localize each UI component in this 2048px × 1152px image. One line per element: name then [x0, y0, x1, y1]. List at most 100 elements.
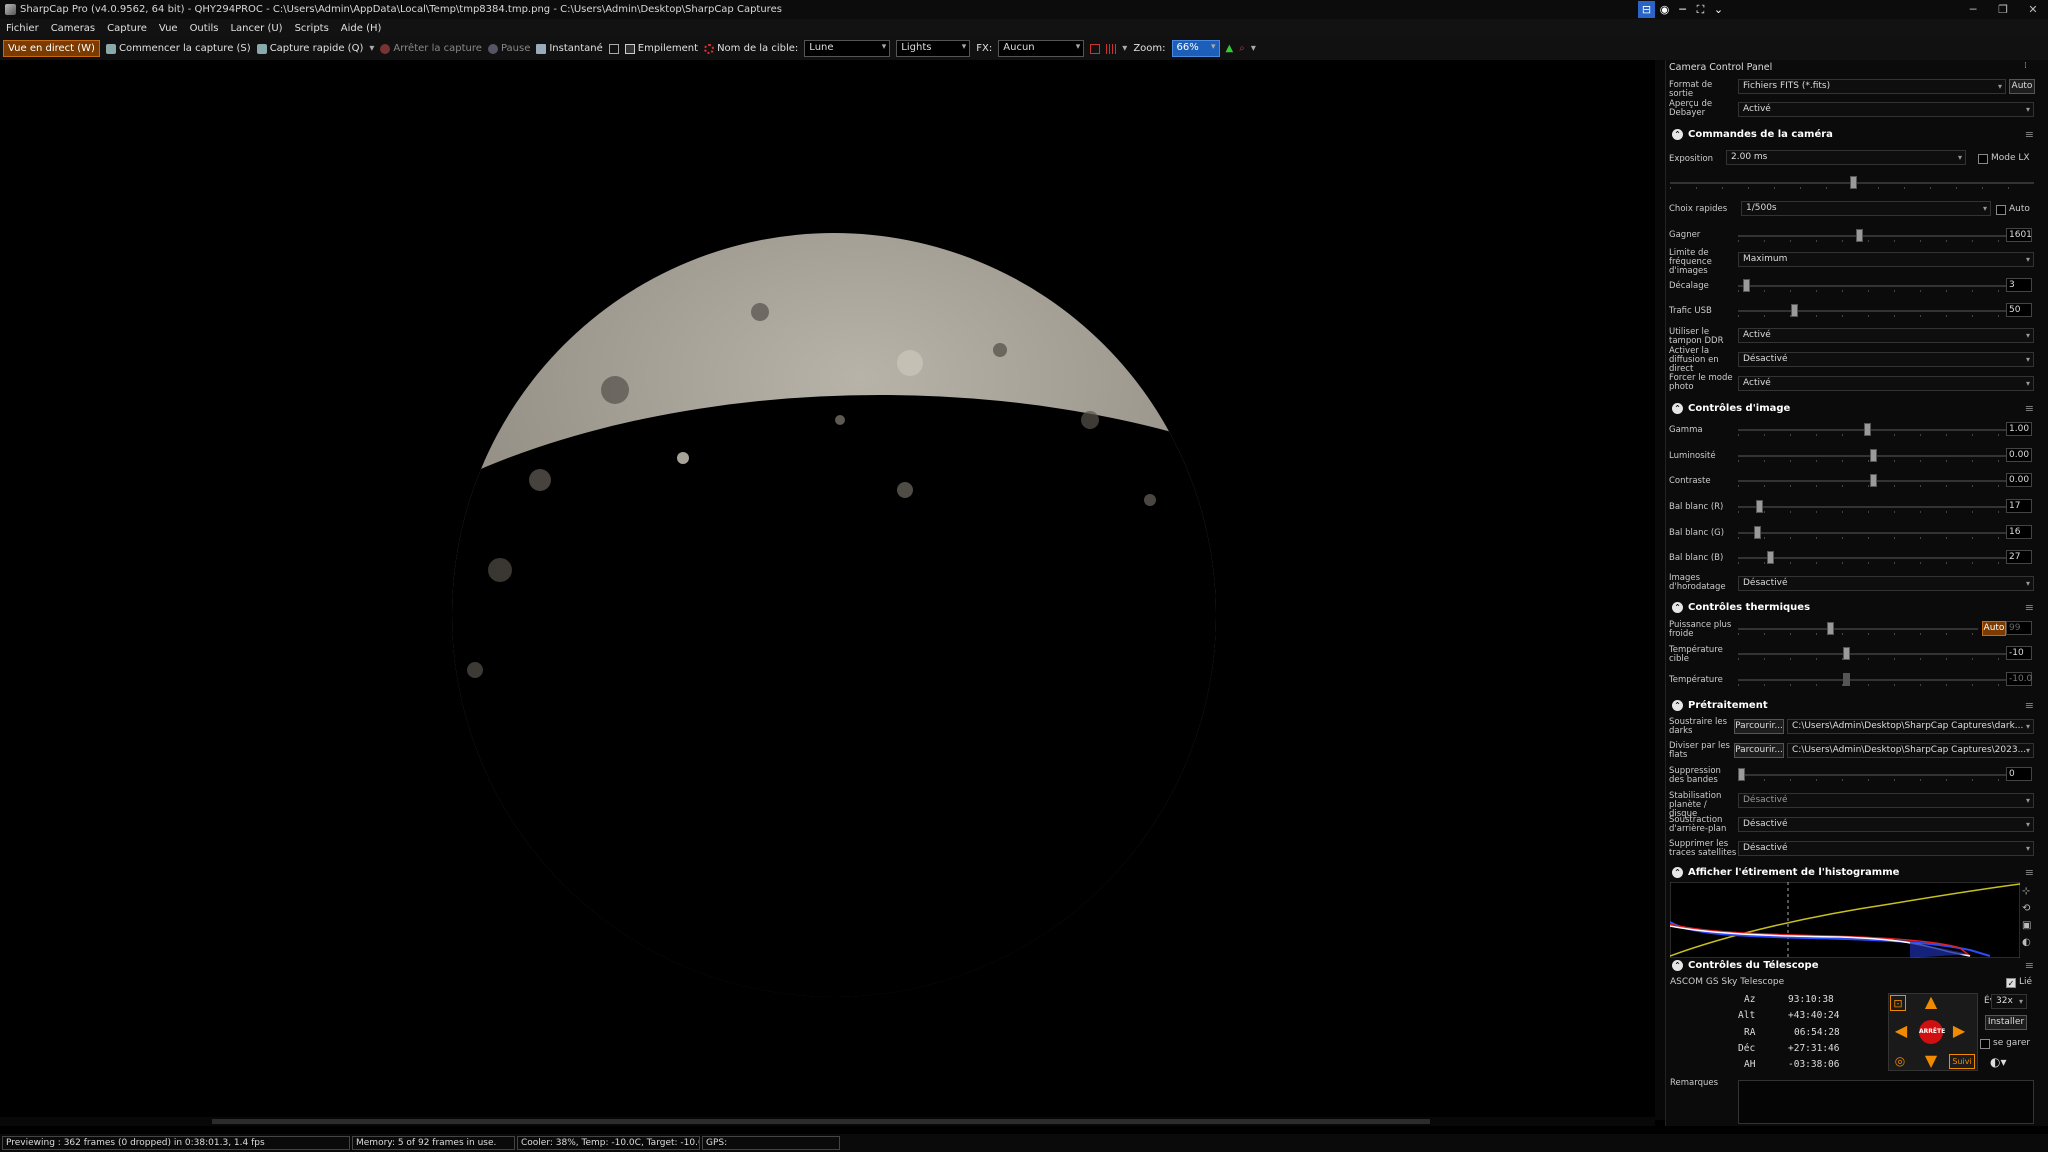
live-view-button[interactable]: Vue en direct (W) — [3, 40, 100, 57]
maximize-button[interactable]: ❐ — [1988, 0, 2018, 19]
slew-east-button[interactable]: ▶ — [1951, 1023, 1967, 1039]
target-temp-value[interactable]: -10 — [2006, 646, 2032, 660]
camera-controls-header[interactable]: ⌃ Commandes de la caméra ≡ — [1668, 126, 2040, 143]
flats-path-select[interactable]: C:\Users\Admin\Desktop\SharpCap Captures… — [1787, 743, 2034, 758]
thermal-controls-header[interactable]: ⌃ Contrôles thermiques ≡ — [1668, 599, 2040, 616]
flats-browse-button[interactable]: Parcourir... — [1734, 743, 1784, 758]
close-button[interactable]: ✕ — [2018, 0, 2048, 19]
section-menu-icon[interactable]: ≡ — [2025, 601, 2034, 614]
cooler-power-value[interactable]: 99 — [2006, 621, 2032, 635]
install-button[interactable]: Installer — [1985, 1015, 2027, 1030]
panel-menu-icon[interactable]: ⁞ — [2024, 61, 2027, 71]
framing-icon[interactable] — [608, 43, 619, 54]
gamma-value[interactable]: 1.00 — [2006, 422, 2032, 436]
exposure-input[interactable]: 2.00 ms — [1726, 150, 1966, 165]
ddr-buffer-select[interactable]: Activé — [1738, 328, 2034, 343]
cooler-power-slider[interactable] — [1738, 621, 1978, 637]
minimize-small-icon[interactable]: ─ — [1674, 1, 1691, 18]
wb-green-slider[interactable] — [1738, 525, 2008, 541]
wb-blue-value[interactable]: 27 — [2006, 550, 2032, 564]
start-capture-button[interactable]: Commencer la capture (S) — [105, 43, 251, 54]
grid-icon[interactable] — [1106, 43, 1117, 54]
menu-view[interactable]: Vue — [159, 23, 178, 34]
menu-capture[interactable]: Capture — [107, 23, 147, 34]
banding-slider[interactable] — [1738, 767, 2008, 783]
section-menu-icon[interactable]: ≡ — [2025, 128, 2034, 141]
stop-capture-button[interactable]: Arrêter la capture — [380, 43, 482, 54]
offset-value[interactable]: 3 — [2006, 278, 2032, 292]
moon-phase-icon[interactable]: ◐▾ — [1990, 1055, 2007, 1069]
browser-icon[interactable]: ◉ — [1656, 1, 1673, 18]
menu-scripts[interactable]: Scripts — [295, 23, 329, 34]
stabilization-select[interactable]: Désactivé — [1738, 793, 2034, 808]
quick-auto-checkbox[interactable] — [1996, 205, 2006, 215]
image-viewport[interactable] — [0, 60, 1655, 1120]
snap-layout-icon[interactable]: ⊟ — [1638, 1, 1655, 18]
viewport-vertical-scrollbar[interactable] — [1655, 60, 1665, 1120]
preprocessing-header[interactable]: ⌃ Prétraitement ≡ — [1668, 697, 2040, 714]
fx-select[interactable]: Aucun — [998, 40, 1085, 57]
section-menu-icon[interactable]: ≡ — [2025, 866, 2034, 879]
contrast-value[interactable]: 0.00 — [2006, 473, 2032, 487]
image-controls-header[interactable]: ⌃ Contrôles d'image ≡ — [1668, 400, 2040, 417]
contrast-slider[interactable] — [1738, 473, 2008, 489]
frame-type-select[interactable]: Lights — [896, 40, 971, 57]
banding-value[interactable]: 0 — [2006, 767, 2032, 781]
wb-red-slider[interactable] — [1738, 499, 2008, 515]
stop-slew-button[interactable]: ARRÊTE — [1919, 1020, 1945, 1044]
target-name-select[interactable]: Lune — [804, 40, 891, 57]
debayer-select[interactable]: Activé — [1738, 102, 2034, 117]
histogram-side-icons[interactable]: ⊹ ⟲ ▣ ◐ — [2022, 883, 2031, 951]
minimize-button[interactable]: ─ — [1958, 0, 1988, 19]
quick-capture-button[interactable]: Capture rapide (Q) — [256, 43, 363, 54]
live-stream-select[interactable]: Désactivé — [1738, 352, 2034, 367]
usb-traffic-slider[interactable] — [1738, 303, 2008, 319]
darks-browse-button[interactable]: Parcourir... — [1734, 719, 1784, 734]
stacking-button[interactable]: Empilement — [624, 43, 698, 54]
notes-textarea[interactable] — [1738, 1080, 2034, 1124]
slew-west-button[interactable]: ◀ — [1893, 1023, 1909, 1039]
menu-cameras[interactable]: Cameras — [51, 23, 95, 34]
pause-button[interactable]: Pause — [487, 43, 530, 54]
exposure-slider[interactable] — [1670, 175, 2034, 191]
gamma-slider[interactable] — [1738, 422, 2008, 438]
zoom-search-icon[interactable]: ⌕ — [1239, 43, 1245, 54]
slew-south-button[interactable]: ▼ — [1923, 1053, 1939, 1069]
linked-checkbox[interactable]: ✓ — [2006, 978, 2016, 988]
lx-mode-checkbox[interactable] — [1978, 154, 1988, 164]
photo-mode-select[interactable]: Activé — [1738, 376, 2034, 391]
quick-capture-dropdown[interactable]: ▾ — [369, 43, 374, 54]
gain-value[interactable]: 1601 — [2006, 228, 2032, 242]
snapshot-button[interactable]: Instantané — [536, 43, 603, 54]
telescope-controls-header[interactable]: ⌃ Contrôles du Télescope ≡ — [1668, 957, 2040, 974]
section-menu-icon[interactable]: ≡ — [2025, 402, 2034, 415]
toolbar-more-dropdown[interactable]: ▾ — [1251, 43, 1256, 54]
target-temp-slider[interactable] — [1738, 646, 2008, 662]
menu-file[interactable]: Fichier — [6, 23, 39, 34]
cooler-auto-button[interactable]: Auto — [1982, 621, 2006, 636]
brightness-slider[interactable] — [1738, 448, 2008, 464]
output-auto-button[interactable]: Auto — [2009, 79, 2035, 94]
menu-tools[interactable]: Outils — [190, 23, 219, 34]
sync-icon[interactable]: ⊡ — [1890, 995, 1906, 1011]
histogram-chart[interactable] — [1670, 882, 2020, 958]
slew-north-button[interactable]: ▲ — [1923, 994, 1939, 1010]
rate-select[interactable]: 32x — [1991, 994, 2027, 1009]
histogram-header[interactable]: ⌃ Afficher l'étirement de l'histogramme ≡ — [1668, 864, 2040, 881]
section-menu-icon[interactable]: ≡ — [2025, 699, 2034, 712]
scrollbar-thumb[interactable] — [212, 1119, 1430, 1124]
gain-slider[interactable] — [1738, 228, 2008, 244]
chevron-down-icon[interactable]: ⌄ — [1710, 1, 1727, 18]
zoom-select[interactable]: 66% — [1171, 40, 1220, 57]
home-icon[interactable]: ◎ — [1892, 1053, 1908, 1069]
brightness-value[interactable]: 0.00 — [2006, 448, 2032, 462]
wb-red-value[interactable]: 17 — [2006, 499, 2032, 513]
darks-path-select[interactable]: C:\Users\Admin\Desktop\SharpCap Captures… — [1787, 719, 2034, 734]
menu-help[interactable]: Aide (H) — [341, 23, 382, 34]
tracking-button[interactable]: Suivi — [1949, 1054, 1975, 1069]
section-menu-icon[interactable]: ≡ — [2025, 959, 2034, 972]
output-format-select[interactable]: Fichiers FITS (*.fits) — [1738, 79, 2006, 94]
wb-blue-slider[interactable] — [1738, 550, 2008, 566]
park-checkbox[interactable] — [1980, 1039, 1990, 1049]
fullscreen-icon[interactable]: ⛶ — [1692, 1, 1709, 18]
